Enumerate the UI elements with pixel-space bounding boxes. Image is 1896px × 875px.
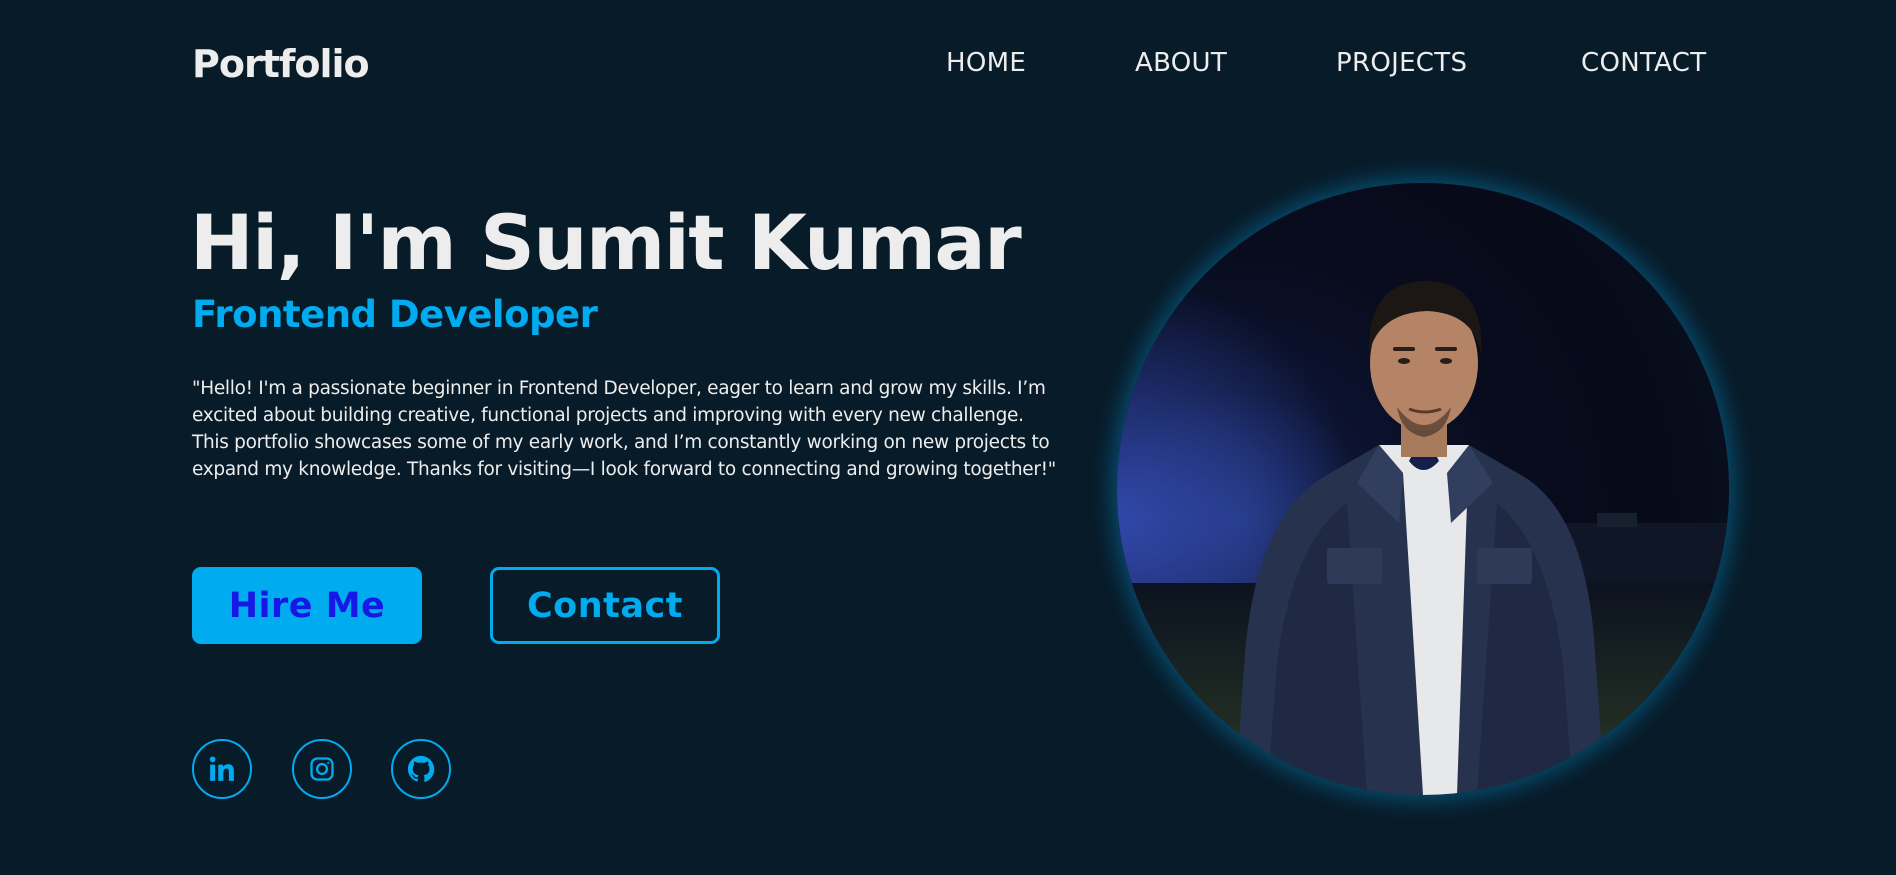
nav-projects[interactable]: PROJECTS	[1336, 48, 1467, 78]
hero-title: Hi, I'm Sumit Kumar	[190, 198, 1022, 287]
nav-home[interactable]: HOME	[946, 48, 1026, 78]
nav-contact[interactable]: CONTACT	[1581, 48, 1706, 78]
github-icon	[406, 754, 436, 784]
linkedin-link[interactable]	[192, 739, 252, 799]
hero-subtitle: Frontend Developer	[192, 293, 598, 336]
portfolio-page: Portfolio HOME ABOUT PROJECTS CONTACT Hi…	[0, 0, 1896, 875]
hire-me-button[interactable]: Hire Me	[192, 567, 422, 644]
github-link[interactable]	[391, 739, 451, 799]
nav-about[interactable]: ABOUT	[1135, 48, 1227, 78]
profile-photo	[1117, 183, 1729, 795]
site-header: Portfolio HOME ABOUT PROJECTS CONTACT	[0, 0, 1896, 134]
instagram-link[interactable]	[292, 739, 352, 799]
hero-description: "Hello! I'm a passionate beginner in Fro…	[192, 378, 1056, 480]
main-nav: HOME ABOUT PROJECTS CONTACT	[0, 48, 1896, 88]
instagram-icon	[308, 755, 336, 783]
person-illustration	[1117, 183, 1729, 795]
linkedin-icon	[207, 754, 237, 784]
contact-button[interactable]: Contact	[490, 567, 720, 644]
